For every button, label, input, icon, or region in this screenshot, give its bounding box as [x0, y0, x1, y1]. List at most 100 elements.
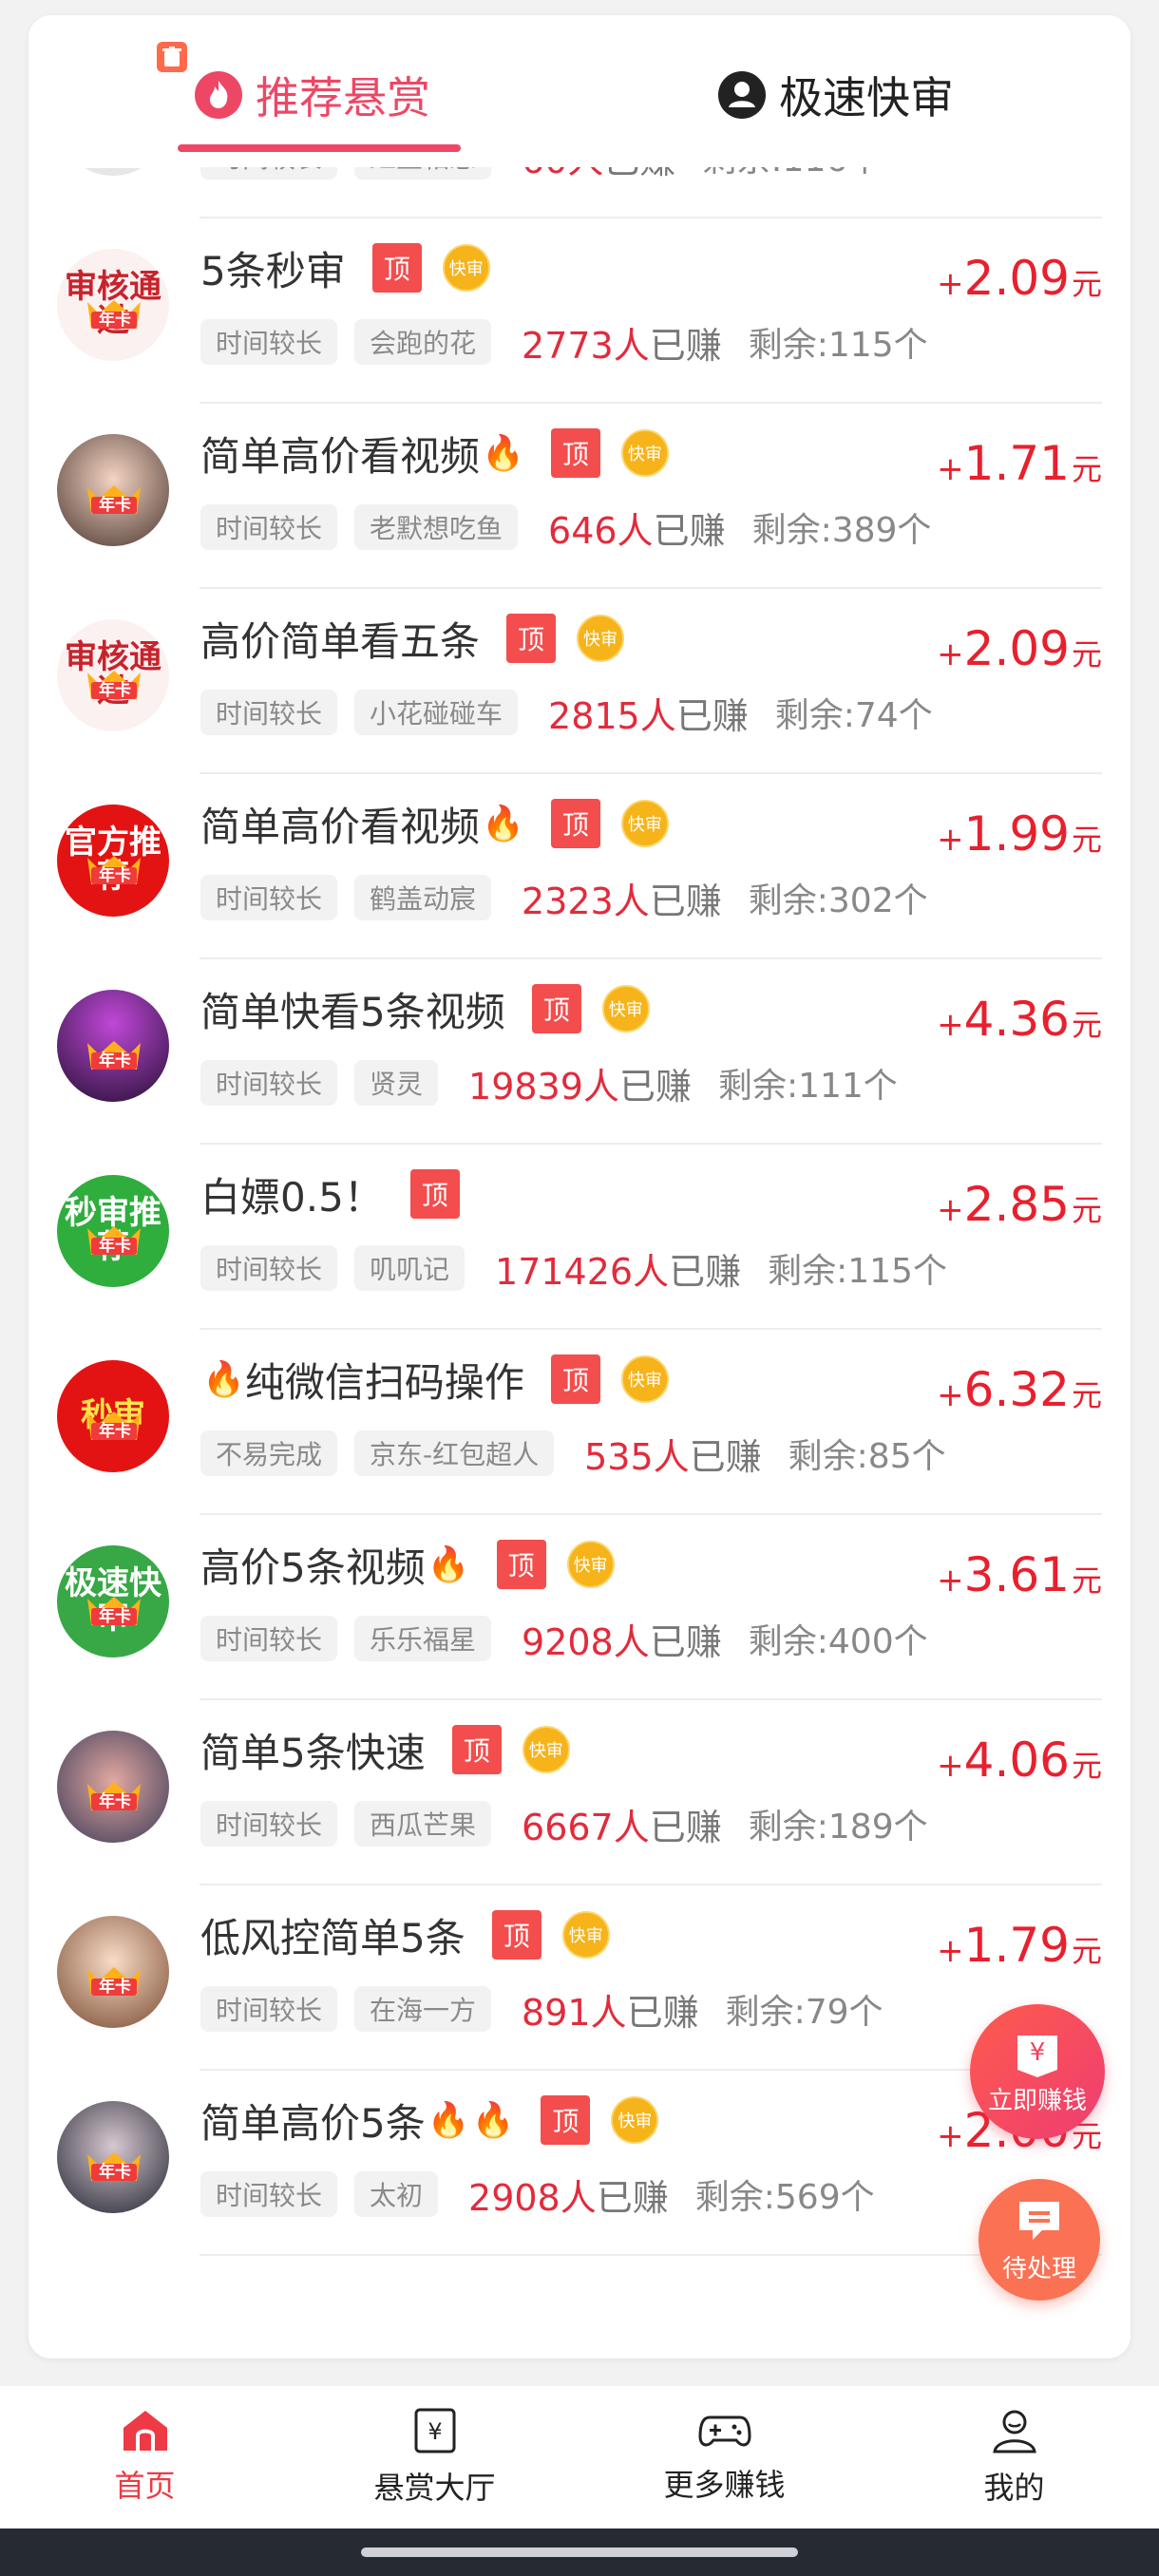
earned-count: 19839人 — [468, 1065, 619, 1108]
annual-card-badge: 年卡 — [86, 1780, 142, 1812]
row-divider — [200, 2254, 1102, 2256]
task-title: 高价5条视频 — [200, 1544, 426, 1591]
tab-label: 极速快审 — [779, 72, 954, 123]
annual-card-label: 年卡 — [99, 1237, 131, 1256]
reward-value: 4.06 — [963, 1733, 1070, 1788]
task-row[interactable]: 年卡 低风控简单5条顶快审 时间较长 在海一方 891人 已赚 剩余:79个 +1… — [28, 1885, 1130, 2071]
home-indicator[interactable] — [361, 2548, 798, 2557]
publisher-tag: 老默想吃鱼 — [354, 504, 519, 550]
annual-card-badge: 年卡 — [86, 298, 142, 331]
annual-card-badge: 年卡 — [86, 669, 142, 701]
nav-bounty-hall[interactable]: ¥ 悬赏大厅 — [290, 2386, 580, 2529]
earned-count: 6667人 — [522, 1806, 650, 1848]
task-title: 纯微信扫码操作 — [244, 1358, 524, 1406]
task-row[interactable]: 秒审 年卡 🔥纯微信扫码操作顶快审 不易完成 京东-红包超人 535人已赚 剩余… — [28, 1330, 1130, 1515]
task-row[interactable]: 极速快审 年卡 高价5条视频🔥顶快审 时间较长 乐乐福星 9208人已赚 剩余:… — [28, 1515, 1130, 1700]
pending-button[interactable]: 待处理 — [978, 2179, 1100, 2301]
annual-card-label: 年卡 — [99, 496, 131, 515]
annual-card-badge: 年卡 — [86, 1965, 142, 1998]
top-badge: 顶 — [506, 614, 557, 663]
task-row[interactable]: 官方推荐 年卡 简单高价看视频🔥顶快审 时间较长 鹤盖动宸 2323人已赚 剩余… — [28, 774, 1130, 959]
publisher-tag: 京东-红包超人 — [354, 1430, 555, 1476]
earn-now-label: 立即赚钱 — [987, 2086, 1087, 2115]
task-row[interactable]: 审核通过 年卡 高价简单看五条顶快审 时间较长 小花碰碰车 2815人已赚 剩余… — [28, 589, 1130, 774]
earned-count: 891人 — [522, 1991, 627, 2034]
reward-amount: +4.36 元 — [937, 992, 1102, 1049]
task-title: 简单5条快速 — [200, 1729, 426, 1776]
yen-note-icon: ¥ — [414, 2408, 455, 2453]
fast-review-badge: 快审 — [620, 429, 669, 477]
task-title-line: 白嫖0.5！ 顶 — [200, 1165, 460, 1222]
reward-value: 2.09 — [963, 251, 1070, 306]
annual-card-label: 年卡 — [99, 1422, 131, 1441]
tab-label: 推荐悬赏 — [256, 72, 430, 123]
nav-home[interactable]: 首页 — [0, 2386, 290, 2529]
task-row[interactable]: 年卡 简单快看5条视频顶快审 时间较长 贤灵 19839人 已赚 剩余:111个 … — [28, 959, 1130, 1145]
reward-unit: 元 — [1071, 1933, 1102, 1969]
task-title: 简单高价5条 — [200, 2099, 426, 2147]
publisher-tag: 贤灵 — [354, 1060, 439, 1106]
top-badge: 顶 — [550, 799, 600, 848]
tab-bar: 推荐悬赏 极速快审 — [28, 15, 1130, 167]
reward-unit: 元 — [1071, 1377, 1102, 1413]
nav-more-earn[interactable]: 更多赚钱 — [580, 2386, 869, 2529]
flame-emoji-icon: 🔥 — [482, 434, 524, 473]
earned-suffix: 已赚 — [689, 1435, 762, 1478]
task-meta-line: 不易完成 京东-红包超人 535人 已赚 剩余:85个 — [200, 1427, 946, 1480]
task-row[interactable]: 年卡 简单高价5条 🔥 🔥 顶快审 时间较长 太初 2908人 已赚 剩余:569个 +… — [28, 2071, 1130, 2256]
fast-review-badge: 快审 — [522, 1726, 570, 1773]
task-title-line: 简单高价看视频 🔥 顶快审 — [200, 425, 669, 482]
reward-unit: 元 — [1071, 822, 1102, 858]
remaining-count: 剩余:400个 — [748, 1622, 928, 1661]
task-row[interactable]: 秒审推荐 年卡 白嫖0.5！顶 时间较长 叽叽记 171426人已赚 剩余:11… — [28, 1145, 1130, 1330]
task-title: 简单高价看视频 — [200, 803, 481, 850]
reward-sign: + — [937, 1562, 964, 1600]
reward-sign: + — [937, 2117, 964, 2155]
fast-review-badge: 快审 — [561, 1911, 610, 1959]
difficulty-tag: 不易完成 — [200, 1430, 338, 1476]
remaining-count: 剩余:115个 — [748, 326, 928, 365]
gamepad-icon — [697, 2415, 751, 2447]
task-row[interactable]: 审核通过 年卡 5条秒审顶快审 时间较长 会跑的花 2773人已赚 剩余:115… — [28, 218, 1130, 404]
remaining-count: 剩余:302个 — [748, 881, 928, 920]
annual-card-label: 年卡 — [99, 681, 131, 700]
task-title-line: 简单高价看视频 🔥 顶快审 — [200, 795, 669, 852]
task-row[interactable]: 年卡 简单5条快速顶快审 时间较长 西瓜芒果 6667人 已赚 剩余:189个 +… — [28, 1700, 1130, 1885]
task-title-line: 🔥 纯微信扫码操作顶快审 — [200, 1351, 669, 1408]
annual-card-badge: 年卡 — [86, 1224, 142, 1257]
tab-fast-review[interactable]: 极速快审 — [718, 57, 954, 133]
earned-suffix: 已赚 — [649, 324, 722, 367]
trash-icon[interactable] — [157, 42, 187, 72]
remaining-count: 剩余:74个 — [774, 696, 933, 735]
earned-count: 2908人 — [468, 2176, 597, 2219]
task-row[interactable]: 年卡 简单高价看视频 🔥 顶快审 时间较长 老默想吃鱼 646人 已赚 剩余:389个… — [28, 404, 1130, 589]
reward-sign: + — [937, 1191, 964, 1229]
reward-unit: 元 — [1071, 636, 1102, 672]
reward-amount: +1.71 元 — [937, 436, 1102, 493]
reward-sign: + — [937, 1376, 964, 1414]
profile-icon — [992, 2410, 1036, 2453]
nav-mine[interactable]: 我的 — [869, 2386, 1159, 2529]
flame-icon — [195, 71, 242, 119]
task-title: 5条秒审 — [200, 247, 346, 294]
reward-amount: +3.61 元 — [937, 1547, 1102, 1604]
svg-text:¥: ¥ — [1030, 2038, 1046, 2067]
remaining-count: 剩余:389个 — [751, 511, 932, 550]
tab-recommended-bounty[interactable]: 推荐悬赏 — [195, 57, 430, 133]
reward-unit: 元 — [1071, 451, 1102, 487]
publisher-tag: 小花碰碰车 — [354, 690, 519, 735]
reward-value: 4.36 — [963, 992, 1070, 1047]
publisher-tag: 会跑的花 — [354, 319, 492, 365]
annual-card-badge: 年卡 — [86, 854, 142, 886]
reward-amount: +2.09 元 — [937, 621, 1102, 678]
earned-suffix: 已赚 — [618, 1065, 692, 1108]
task-meta-line: 时间较长 太初 2908人 已赚 剩余:569个 — [200, 2168, 875, 2221]
task-meta-line: 时间较长 鹤盖动宸 2323人 已赚 剩余:302个 — [200, 871, 928, 924]
task-list: 年卡 简单看五条视频顶 时间较长 红豆相思 60人已赚 剩余:116个 +1.4… — [28, 15, 1130, 2358]
reward-value: 1.99 — [963, 806, 1070, 862]
flame-emoji-icon: 🔥 — [471, 2101, 515, 2140]
earned-suffix: 已赚 — [653, 509, 726, 552]
difficulty-tag: 时间较长 — [200, 1801, 338, 1847]
earn-now-button[interactable]: ¥ 立即赚钱 — [970, 2004, 1105, 2139]
fast-review-badge: 快审 — [620, 800, 669, 847]
